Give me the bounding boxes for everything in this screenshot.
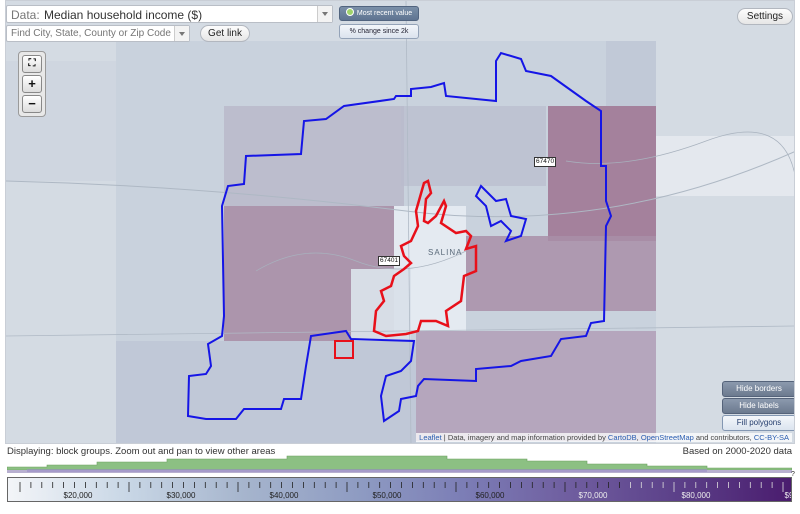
check-icon bbox=[345, 8, 354, 16]
leaflet-link[interactable]: Leaflet bbox=[419, 433, 442, 442]
osm-link[interactable]: OpenStreetMap bbox=[641, 433, 694, 442]
fullscreen-icon[interactable]: ⛶ bbox=[22, 55, 42, 73]
data-select-label: Data: bbox=[11, 8, 40, 22]
legend-tick-label: $60,000 bbox=[476, 491, 505, 500]
search-field[interactable] bbox=[6, 25, 190, 42]
city-label: SALINA bbox=[428, 248, 463, 257]
hide-labels-button[interactable]: Hide labels bbox=[722, 398, 794, 414]
pct-change-button[interactable]: % change since 2k bbox=[339, 24, 419, 39]
block-group-polygon bbox=[116, 341, 416, 443]
block-group-polygon bbox=[466, 236, 656, 311]
zoom-control: ⛶ + − bbox=[18, 51, 46, 117]
cartodb-link[interactable]: CartoDB bbox=[608, 433, 637, 442]
color-legend: $20,000 $30,000 $40,000 $50,000 $60,000 $70,0… bbox=[7, 477, 792, 502]
legend-tick-label: $40,000 bbox=[270, 491, 299, 500]
legend-tick-label: $70,000 bbox=[579, 491, 608, 500]
legend-help[interactable]: ? bbox=[791, 471, 795, 478]
legend-tick-label: $30,000 bbox=[167, 491, 196, 500]
zoom-out-button[interactable]: − bbox=[22, 95, 42, 113]
fill-polygons-button[interactable]: Fill polygons bbox=[722, 415, 794, 431]
most-recent-value-button[interactable]: Most recent value bbox=[339, 6, 419, 21]
zip-label-67401[interactable]: 67401 bbox=[378, 256, 401, 266]
license-link[interactable]: CC-BY-SA bbox=[754, 433, 789, 442]
legend-tick-label: $90,000 bbox=[785, 491, 791, 500]
zoom-in-button[interactable]: + bbox=[22, 75, 42, 93]
distribution-histogram bbox=[7, 455, 792, 473]
zip-label-67470[interactable]: 67470 bbox=[534, 157, 557, 167]
chevron-down-icon[interactable] bbox=[174, 26, 189, 41]
settings-button[interactable]: Settings bbox=[737, 8, 793, 25]
block-group-polygon bbox=[401, 106, 546, 186]
hide-borders-button[interactable]: Hide borders bbox=[722, 381, 794, 397]
chevron-down-icon[interactable] bbox=[317, 6, 332, 22]
map-canvas[interactable] bbox=[6, 1, 795, 444]
search-input[interactable] bbox=[7, 26, 171, 41]
data-select[interactable]: Data: Median household income ($) bbox=[6, 5, 333, 23]
legend-ticks: $20,000 $30,000 $40,000 $50,000 $60,000 $70,0… bbox=[19, 482, 791, 500]
get-link-button[interactable]: Get link bbox=[200, 25, 250, 42]
legend-tick-label: $20,000 bbox=[64, 491, 93, 500]
legend-tick-label: $50,000 bbox=[373, 491, 402, 500]
block-group-polygon bbox=[416, 331, 656, 441]
data-select-value: Median household income ($) bbox=[44, 8, 203, 22]
map-attribution: Leaflet | Data, imagery and map informat… bbox=[416, 433, 792, 442]
legend-tick-label: $80,000 bbox=[682, 491, 711, 500]
map-area[interactable]: SALINA 67470 67401 ⛶ + − Hide borders Hi… bbox=[5, 0, 795, 444]
